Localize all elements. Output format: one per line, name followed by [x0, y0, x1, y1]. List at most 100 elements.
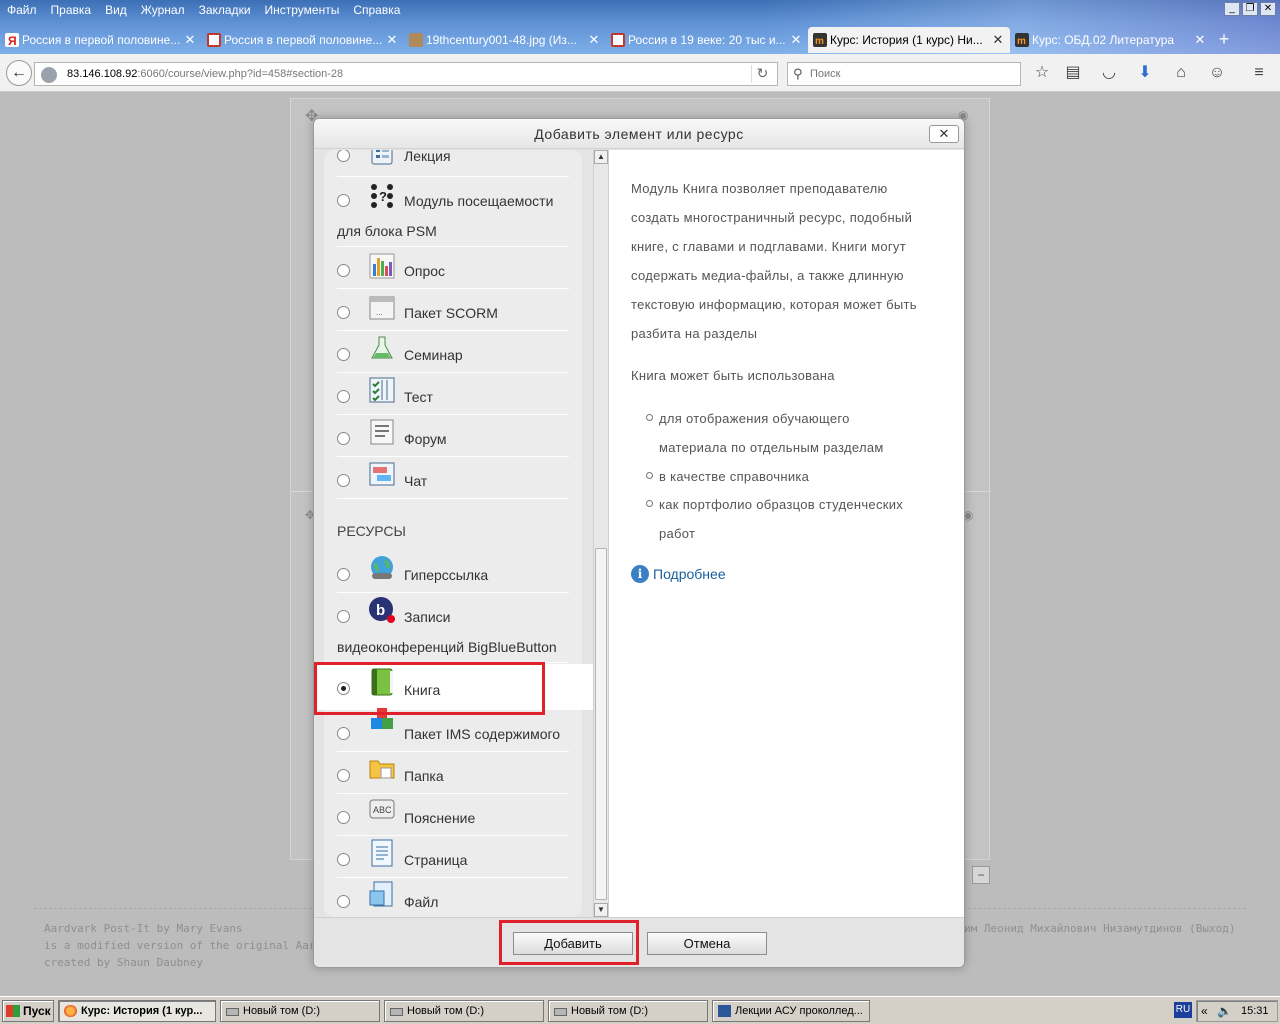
option-page[interactable]: Страница	[337, 836, 569, 878]
menu-help[interactable]: Справка	[346, 0, 407, 20]
tab-course-history[interactable]: m Курс: История (1 курс) Ни... ✕	[808, 27, 1010, 53]
reload-icon[interactable]: ↻	[751, 65, 773, 83]
description-line: создать многостраничный ресурс, подобный	[631, 210, 913, 225]
description-line: книге, с главами и подглавами. Книги мог…	[631, 239, 906, 254]
radio-button[interactable]	[337, 811, 350, 824]
menu-edit[interactable]: Правка	[44, 0, 99, 20]
radio-button[interactable]	[337, 610, 350, 623]
tray-expand-icon[interactable]: «	[1201, 1001, 1208, 1021]
tab-close-icon[interactable]: ✕	[1194, 32, 1206, 48]
radio-button[interactable]	[337, 853, 350, 866]
close-dialog-button[interactable]: ✕	[929, 125, 959, 143]
option-label: Файл	[404, 894, 439, 910]
menu-view[interactable]: Вид	[98, 0, 134, 20]
option-workshop[interactable]: Семинар	[337, 331, 569, 373]
back-button[interactable]: ←	[6, 60, 32, 86]
option-forum[interactable]: Форум	[337, 415, 569, 457]
taskbar-item-browser[interactable]: Курс: История (1 кур...	[58, 1000, 216, 1022]
hamburger-menu-icon[interactable]: ≡	[1247, 62, 1271, 84]
tab-close-icon[interactable]: ✕	[386, 32, 398, 48]
logged-in-user[interactable]: им Леонид Михайлович Низамутдинов (Выход…	[964, 922, 1236, 935]
tab-russia-19[interactable]: Россия в 19 веке: 20 тыс и... ✕	[606, 27, 808, 53]
description-line: содержать медиа-файлы, а также длинную	[631, 268, 904, 283]
option-label-resource[interactable]: ABC Пояснение	[337, 794, 569, 836]
scroll-thumb[interactable]	[595, 548, 607, 900]
svg-text:?: ?	[379, 189, 387, 204]
option-ims-package[interactable]: Пакет IMS содержимого	[337, 708, 569, 752]
radio-button[interactable]	[337, 264, 350, 277]
download-icon[interactable]: ⬇	[1133, 62, 1157, 84]
option-file[interactable]: Файл	[337, 878, 569, 917]
menu-history[interactable]: Журнал	[134, 0, 192, 20]
radio-button[interactable]	[337, 474, 350, 487]
pocket-icon[interactable]: ◡	[1097, 62, 1121, 84]
tab-close-icon[interactable]: ✕	[992, 32, 1004, 48]
minimize-button[interactable]: _	[1224, 2, 1240, 16]
usage-line: для отображения обучающего	[659, 411, 850, 426]
tab-19thcentury-jpg[interactable]: 19thcentury001-48.jpg (Из... ✕	[404, 27, 606, 53]
radio-button[interactable]	[337, 194, 350, 207]
option-folder[interactable]: Папка	[337, 752, 569, 794]
url-text: 83.146.108.92:6060/course/view.php?id=45…	[67, 68, 343, 80]
taskbar-item-word[interactable]: Лекции АСУ проколлед...	[712, 1000, 870, 1022]
search-box[interactable]: ⚲	[787, 62, 1021, 86]
svg-text:m: m	[1017, 36, 1026, 47]
taskbar-item-label: Новый том (D:)	[407, 1005, 484, 1017]
option-choice[interactable]: Опрос	[337, 247, 569, 289]
close-window-button[interactable]: ✕	[1260, 2, 1276, 16]
workshop-icon	[371, 336, 393, 359]
bookmark-star-icon[interactable]: ☆	[1030, 62, 1054, 84]
start-button[interactable]: Пуск	[2, 1000, 54, 1022]
reading-list-icon[interactable]: ▤	[1061, 62, 1085, 84]
option-label: Пакет SCORM	[404, 305, 498, 321]
menu-bookmarks[interactable]: Закладки	[192, 0, 258, 20]
option-url[interactable]: Гиперссылка	[337, 551, 569, 593]
home-icon[interactable]: ⌂	[1169, 62, 1193, 84]
new-tab-button[interactable]: +	[1212, 27, 1236, 53]
tab-course-literature[interactable]: m Курс: ОБД.02 Литература ✕	[1010, 27, 1212, 53]
options-scrollbar[interactable]: ▲ ▼	[593, 150, 608, 917]
volume-icon[interactable]: 🔈	[1217, 1001, 1232, 1021]
tab-russia-2[interactable]: Россия в первой половине... ✕	[202, 27, 404, 53]
option-label: Семинар	[404, 347, 463, 363]
option-scorm[interactable]: ... Пакет SCORM	[337, 289, 569, 331]
taskbar-item-drive-2[interactable]: Новый том (D:)	[384, 1000, 544, 1022]
radio-button[interactable]	[337, 432, 350, 445]
radio-button[interactable]	[337, 568, 350, 581]
restore-button[interactable]: ❐	[1242, 2, 1258, 16]
radio-button[interactable]	[337, 895, 350, 908]
scroll-down-arrow-icon[interactable]: ▼	[594, 903, 608, 917]
taskbar-item-drive-3[interactable]: Новый том (D:)	[548, 1000, 708, 1022]
radio-button[interactable]	[337, 348, 350, 361]
radio-button[interactable]	[337, 727, 350, 740]
option-lesson[interactable]: Лекция	[337, 150, 569, 177]
menu-tools[interactable]: Инструменты	[258, 0, 347, 20]
tab-close-icon[interactable]: ✕	[184, 32, 196, 48]
scroll-up-arrow-icon[interactable]: ▲	[594, 150, 608, 164]
more-help-text[interactable]: Подробнее	[653, 566, 726, 582]
cancel-button[interactable]: Отмена	[647, 932, 767, 955]
url-icon	[371, 556, 393, 579]
tab-close-icon[interactable]: ✕	[790, 32, 802, 48]
collapse-icon[interactable]: −	[972, 866, 990, 884]
url-bar[interactable]: 83.146.108.92:6060/course/view.php?id=45…	[34, 62, 778, 86]
taskbar-item-drive-1[interactable]: Новый том (D:)	[220, 1000, 380, 1022]
search-input[interactable]	[810, 66, 1010, 82]
radio-button[interactable]	[337, 306, 350, 319]
radio-button[interactable]	[337, 390, 350, 403]
option-attendance[interactable]: ? Модуль посещаемости для блока PSM	[337, 177, 569, 247]
option-chat[interactable]: Чат	[337, 457, 569, 499]
option-bigbluebutton[interactable]: b Записи видеоконференций BigBlueButton	[337, 593, 569, 663]
tab-russia-1[interactable]: Я Россия в первой половине... ✕	[0, 27, 202, 53]
radio-button[interactable]	[337, 769, 350, 782]
menu-file[interactable]: Файл	[0, 0, 44, 20]
language-indicator[interactable]: RU	[1174, 1002, 1192, 1018]
radio-button[interactable]	[337, 150, 350, 162]
option-label: Тест	[404, 389, 433, 405]
tab-close-icon[interactable]: ✕	[588, 32, 600, 48]
option-quiz[interactable]: Тест	[337, 373, 569, 415]
option-label: Лекция	[404, 150, 451, 164]
scorm-icon: ...	[369, 296, 395, 320]
chat-bubble-icon[interactable]: ☺	[1205, 62, 1229, 84]
more-help-link[interactable]: i Подробнее	[631, 565, 726, 583]
